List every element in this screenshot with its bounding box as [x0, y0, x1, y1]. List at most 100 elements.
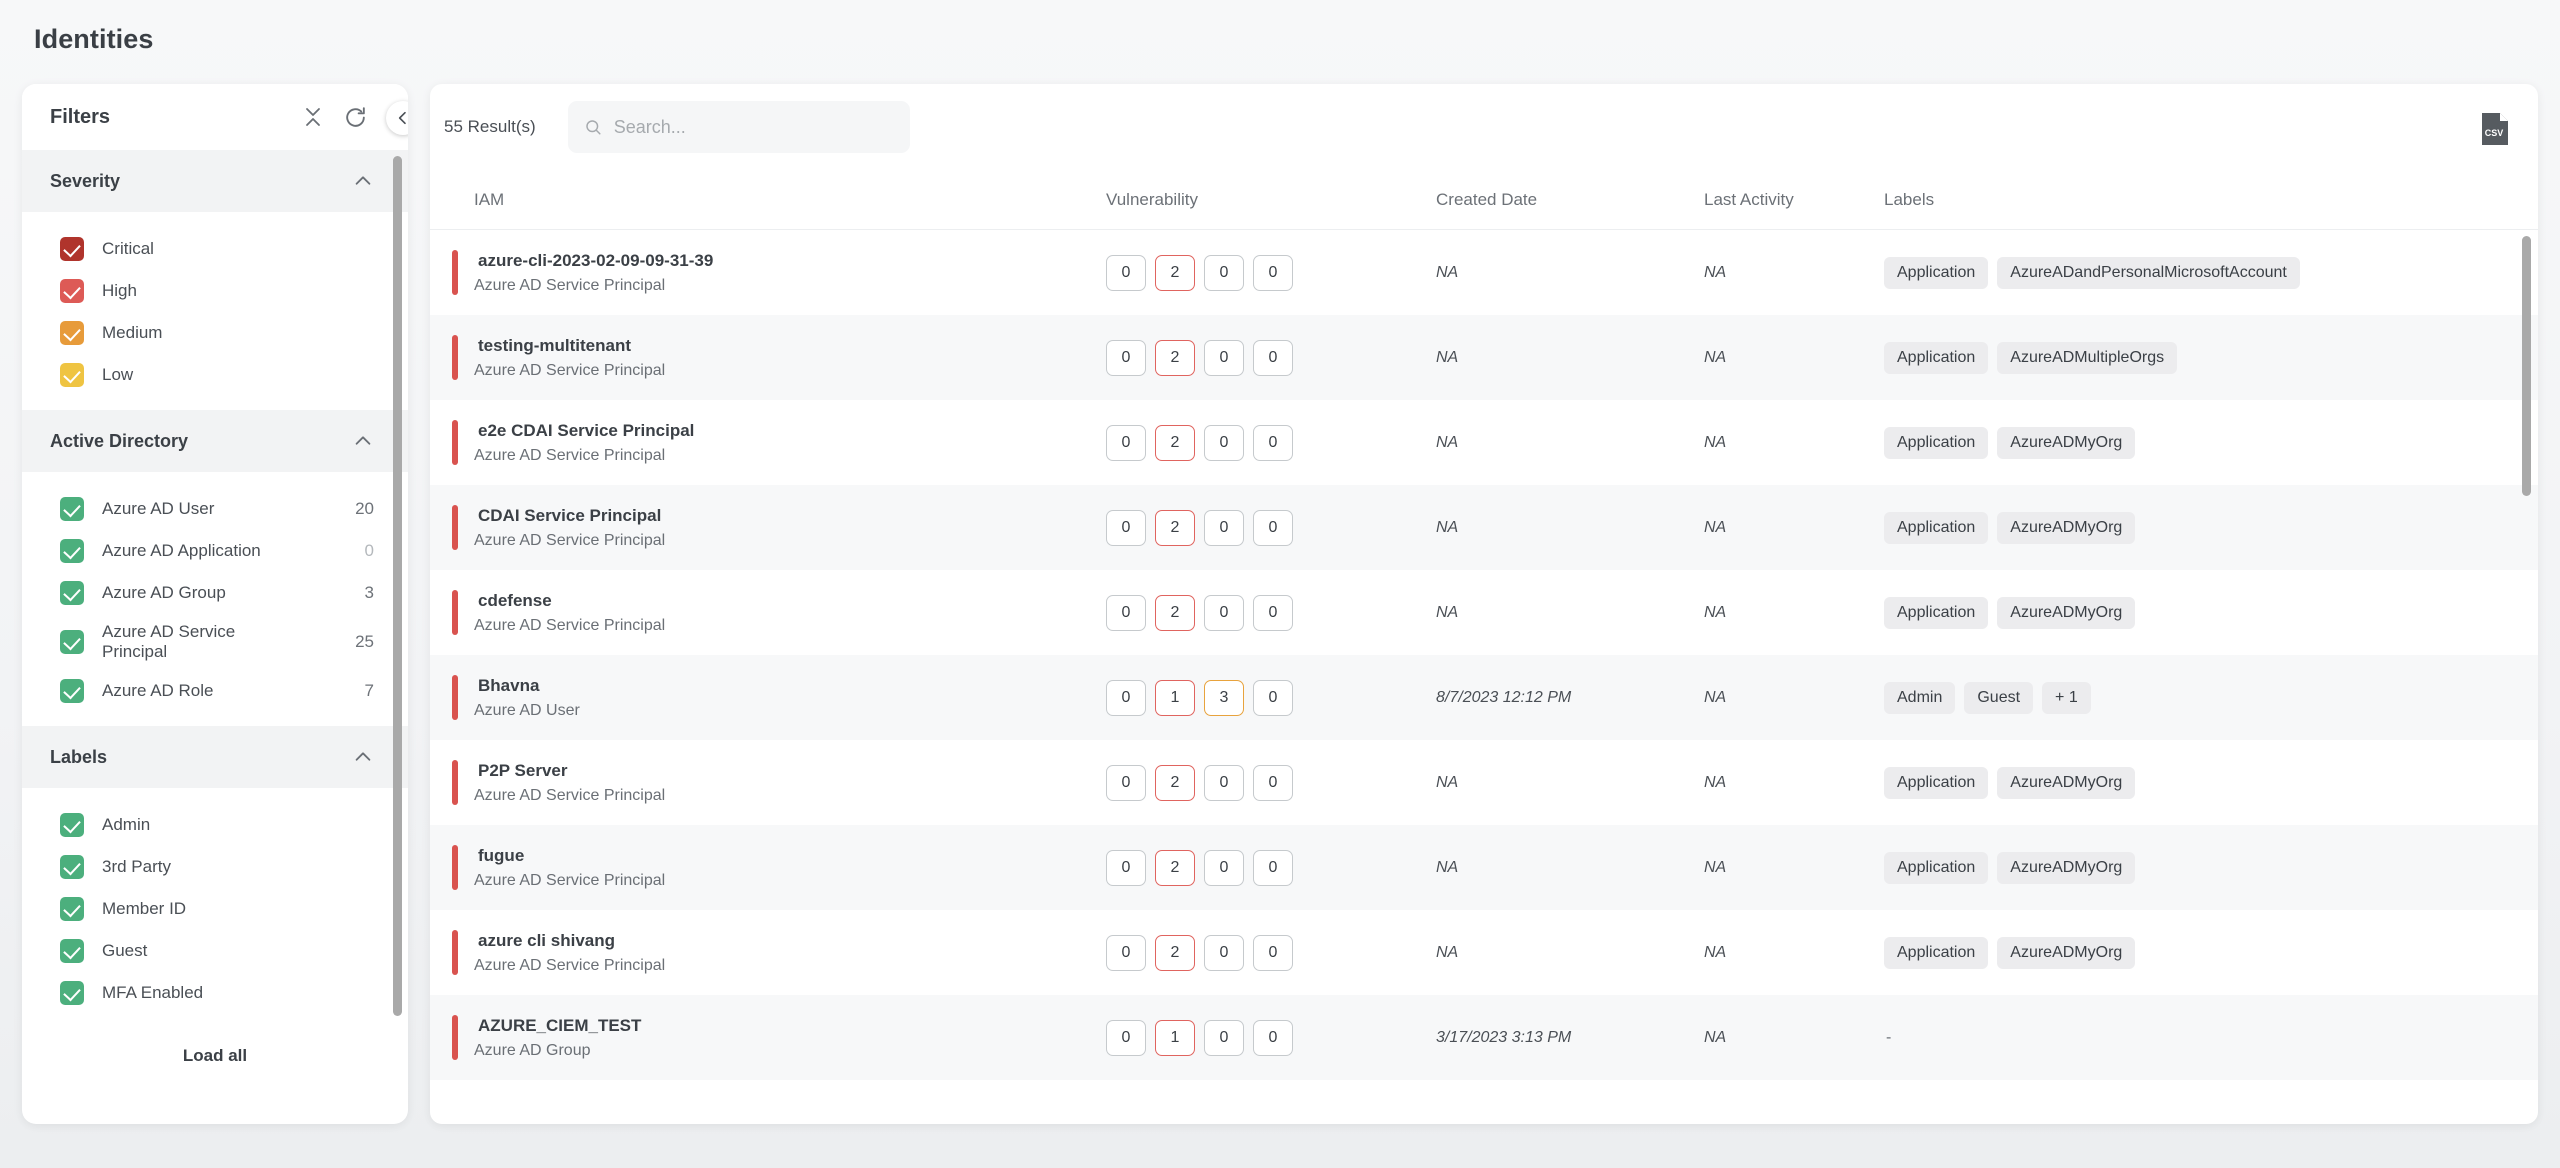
table-row[interactable]: testing-multitenant Azure AD Service Prin… — [430, 315, 2538, 400]
row-label-chip[interactable]: AzureADMyOrg — [1997, 596, 2136, 629]
filter-item-azure-ad-application[interactable]: Azure AD Application 0 — [22, 530, 408, 572]
row-label-chip[interactable]: AzureADandPersonalMicrosoftAccount — [1997, 256, 2300, 289]
vulnerability-count-none[interactable]: 0 — [1253, 764, 1293, 801]
vulnerability-count-none[interactable]: 0 — [1204, 849, 1244, 886]
vulnerability-count-high[interactable]: 2 — [1155, 254, 1195, 291]
row-label-chip[interactable]: AzureADMyOrg — [1997, 766, 2136, 799]
row-label-chip[interactable]: Application — [1884, 851, 1989, 884]
vulnerability-count-none[interactable]: 0 — [1204, 764, 1244, 801]
load-all-button[interactable]: Load all — [22, 1028, 408, 1074]
row-label-chip[interactable]: Application — [1884, 766, 1989, 799]
checkbox-icon[interactable] — [60, 363, 84, 387]
table-row[interactable]: P2P Server Azure AD Service Principal 0 2 0 0… — [430, 740, 2538, 825]
filter-item-3rd-party[interactable]: 3rd Party — [22, 846, 408, 888]
table-row[interactable]: CDAI Service Principal Azure AD Service P… — [430, 485, 2538, 570]
checkbox-icon[interactable] — [60, 679, 84, 703]
vulnerability-count-none[interactable]: 0 — [1253, 849, 1293, 886]
vulnerability-count-none[interactable]: 0 — [1106, 849, 1146, 886]
filter-item-azure-ad-role[interactable]: Azure AD Role 7 — [22, 670, 408, 712]
checkbox-icon[interactable] — [60, 581, 84, 605]
filter-item-high[interactable]: High — [22, 270, 408, 312]
checkbox-icon[interactable] — [60, 630, 84, 654]
vulnerability-count-none[interactable]: 0 — [1106, 509, 1146, 546]
vulnerability-count-none[interactable]: 0 — [1253, 339, 1293, 376]
checkbox-icon[interactable] — [60, 279, 84, 303]
row-label-chip[interactable]: Application — [1884, 426, 1989, 459]
vulnerability-count-none[interactable]: 0 — [1204, 424, 1244, 461]
collapse-all-icon[interactable] — [300, 104, 326, 130]
filter-item-critical[interactable]: Critical — [22, 228, 408, 270]
table-row[interactable]: e2e CDAI Service Principal Azure AD Servi… — [430, 400, 2538, 485]
vulnerability-count-high[interactable]: 2 — [1155, 594, 1195, 631]
vulnerability-count-high[interactable]: 2 — [1155, 934, 1195, 971]
table-row[interactable]: azure cli shivang Azure AD Service Princi… — [430, 910, 2538, 995]
vulnerability-count-high[interactable]: 1 — [1155, 1019, 1195, 1056]
search-input[interactable] — [613, 116, 894, 138]
row-label-chip[interactable]: Application — [1884, 256, 1989, 289]
filter-item-admin[interactable]: Admin — [22, 804, 408, 846]
vulnerability-count-high[interactable]: 2 — [1155, 849, 1195, 886]
vulnerability-count-high[interactable]: 2 — [1155, 509, 1195, 546]
vulnerability-count-none[interactable]: 0 — [1253, 424, 1293, 461]
row-label-chip[interactable]: Admin — [1884, 681, 1956, 714]
checkbox-icon[interactable] — [60, 813, 84, 837]
filter-item-medium[interactable]: Medium — [22, 312, 408, 354]
row-label-chip[interactable]: AzureADMyOrg — [1997, 936, 2136, 969]
vulnerability-count-none[interactable]: 0 — [1204, 934, 1244, 971]
vulnerability-count-high[interactable]: 2 — [1155, 339, 1195, 376]
checkbox-icon[interactable] — [60, 497, 84, 521]
checkbox-icon[interactable] — [60, 939, 84, 963]
vulnerability-count-none[interactable]: 0 — [1106, 339, 1146, 376]
table-scrollbar[interactable] — [2522, 236, 2531, 496]
vulnerability-count-high[interactable]: 1 — [1155, 679, 1195, 716]
vulnerability-count-none[interactable]: 0 — [1204, 339, 1244, 376]
table-row[interactable]: cdefense Azure AD Service Principal 0 2 0 0 NA… — [430, 570, 2538, 655]
vulnerability-count-none[interactable]: 0 — [1106, 1019, 1146, 1056]
filter-item-azure-ad-user[interactable]: Azure AD User 20 — [22, 488, 408, 530]
filter-item-azure-ad-group[interactable]: Azure AD Group 3 — [22, 572, 408, 614]
vulnerability-count-none[interactable]: 0 — [1106, 424, 1146, 461]
row-label-chip[interactable]: AzureADMyOrg — [1997, 426, 2136, 459]
table-row[interactable]: azure-cli-2023-02-09-09-31-39 Azure AD Se… — [430, 230, 2538, 315]
csv-file-icon[interactable]: CSV — [2480, 112, 2510, 146]
column-header-created-date[interactable]: Created Date — [1436, 190, 1704, 210]
vulnerability-count-none[interactable]: 0 — [1204, 1019, 1244, 1056]
row-label-chip[interactable]: Application — [1884, 596, 1989, 629]
row-label-chip[interactable]: Application — [1884, 511, 1989, 544]
checkbox-icon[interactable] — [60, 539, 84, 563]
vulnerability-count-none[interactable]: 0 — [1253, 1019, 1293, 1056]
row-label-chip[interactable]: Application — [1884, 936, 1989, 969]
panel-toggle-button[interactable] — [386, 101, 408, 135]
column-header-labels[interactable]: Labels — [1884, 190, 2538, 210]
filter-item-member-id[interactable]: Member ID — [22, 888, 408, 930]
column-header-iam[interactable]: IAM — [474, 190, 1106, 210]
vulnerability-count-none[interactable]: 0 — [1204, 594, 1244, 631]
checkbox-icon[interactable] — [60, 321, 84, 345]
table-row[interactable]: AZURE_CIEM_TEST Azure AD Group 0 1 0 0 3/17/20… — [430, 995, 2538, 1080]
row-label-chip[interactable]: Guest — [1964, 681, 2034, 714]
table-row[interactable]: Bhavna Azure AD User 0 1 3 0 8/7/2023 12:12 PM… — [430, 655, 2538, 740]
search-box[interactable] — [567, 101, 910, 153]
checkbox-icon[interactable] — [60, 897, 84, 921]
filter-item-azure-ad-service-principal[interactable]: Azure AD Service Principal 25 — [22, 614, 408, 670]
vulnerability-count-none[interactable]: 0 — [1253, 509, 1293, 546]
row-label-chip[interactable]: AzureADMyOrg — [1997, 851, 2136, 884]
vulnerability-count-none[interactable]: 0 — [1253, 594, 1293, 631]
filter-group-header-active-directory[interactable]: Active Directory — [22, 410, 408, 472]
vulnerability-count-none[interactable]: 0 — [1106, 594, 1146, 631]
filter-item-low[interactable]: Low — [22, 354, 408, 396]
row-label-chip[interactable]: Application — [1884, 341, 1989, 374]
refresh-icon[interactable] — [342, 104, 368, 130]
vulnerability-count-none[interactable]: 0 — [1106, 254, 1146, 291]
vulnerability-count-none[interactable]: 0 — [1106, 934, 1146, 971]
row-label-chip[interactable]: AzureADMultipleOrgs — [1997, 341, 2178, 374]
vulnerability-count-none[interactable]: 0 — [1253, 934, 1293, 971]
vulnerability-count-none[interactable]: 0 — [1106, 764, 1146, 801]
vulnerability-count-medium[interactable]: 3 — [1204, 679, 1244, 716]
vulnerability-count-none[interactable]: 0 — [1204, 254, 1244, 291]
vulnerability-count-none[interactable]: 0 — [1106, 679, 1146, 716]
table-row[interactable]: fugue Azure AD Service Principal 0 2 0 0 NA NA A… — [430, 825, 2538, 910]
vulnerability-count-high[interactable]: 2 — [1155, 764, 1195, 801]
filter-group-header-severity[interactable]: Severity — [22, 150, 408, 212]
checkbox-icon[interactable] — [60, 981, 84, 1005]
